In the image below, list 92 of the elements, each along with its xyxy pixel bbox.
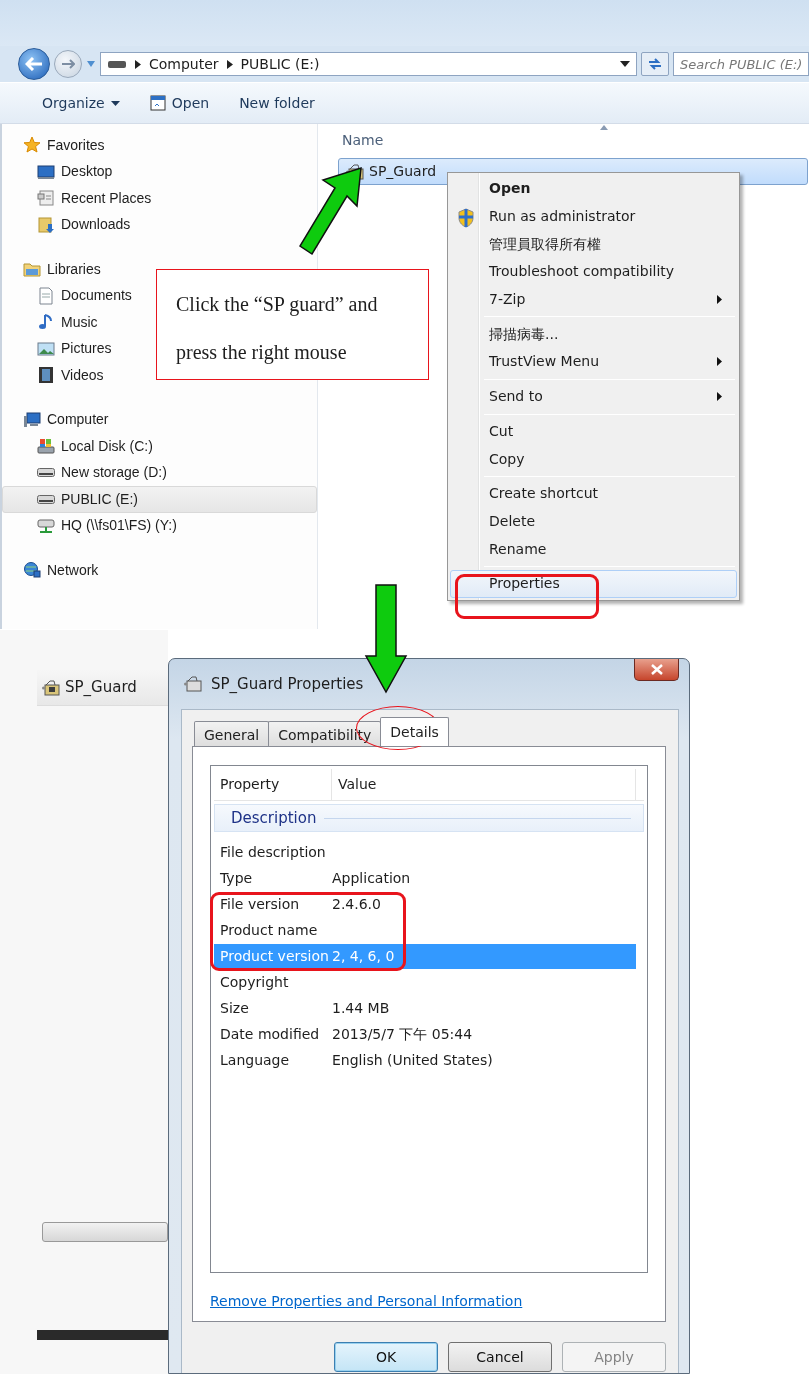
dropdown-arrow-icon: [620, 61, 630, 67]
sidebar-item[interactable]: Libraries: [2, 256, 106, 283]
library-folder-icon: [23, 260, 41, 279]
monitor-icon: [37, 162, 55, 181]
breadcrumb-arrow-icon: [226, 59, 233, 69]
toolbar-button[interactable]: Organize: [38, 90, 124, 116]
list-row[interactable]: File description: [214, 840, 636, 866]
sidebar-item[interactable]: Favorites: [2, 132, 110, 159]
submenu-arrow-icon: [717, 295, 722, 305]
caret-icon: [110, 100, 120, 106]
sort-arrow-icon: [600, 125, 608, 130]
submenu-arrow-icon: [717, 357, 722, 367]
list-row[interactable]: Date modified 2013/5/7 下午 05:44: [214, 1021, 636, 1048]
menu-item[interactable]: Run as administrator: [450, 202, 737, 231]
menu-item[interactable]: Delete: [450, 507, 737, 536]
list-row[interactable]: Language English (United States): [214, 1047, 636, 1073]
globe-network-icon: [23, 561, 41, 580]
sidebar-item[interactable]: HQ (\\fs01\FS) (Y:): [2, 512, 182, 539]
dropdown-arrow-icon: [86, 60, 96, 68]
tab[interactable]: Details: [380, 717, 449, 746]
network-drive-icon: [37, 516, 55, 535]
menu-item[interactable]: Copy: [450, 445, 737, 473]
menu-item[interactable]: Troubleshoot compatibility: [450, 258, 737, 286]
forward-arrow-icon: [61, 59, 75, 69]
drive-icon: [37, 494, 55, 504]
list-row[interactable]: Type Application: [214, 865, 636, 892]
folder-icon: [37, 215, 55, 234]
document-icon: [37, 286, 55, 305]
menu-item[interactable]: 7-Zip: [450, 285, 737, 314]
dialog-button[interactable]: Cancel: [448, 1342, 552, 1372]
dialog-button[interactable]: OK: [334, 1342, 438, 1372]
breadcrumb-segment[interactable]: PUBLIC (E:): [240, 53, 320, 75]
drive-icon: [107, 59, 127, 69]
film-strip-icon: [37, 366, 55, 385]
computer-icon: [23, 410, 41, 429]
sidebar-item[interactable]: Downloads: [2, 211, 136, 238]
sidebar-item[interactable]: Videos: [2, 362, 109, 389]
hard-disk-icon: [37, 437, 55, 456]
tab[interactable]: General: [194, 721, 270, 746]
menu-item[interactable]: Create shortcut: [450, 479, 737, 508]
menu-item[interactable]: Rename: [450, 535, 737, 563]
sidebar-item[interactable]: Documents: [2, 282, 137, 309]
list-row[interactable]: File version 2.4.6.0: [214, 891, 636, 918]
application-icon: [183, 675, 203, 693]
sidebar-item[interactable]: Music: [2, 309, 103, 336]
refresh-arrows-icon: [647, 57, 663, 71]
picture-icon: [37, 339, 55, 358]
menu-item[interactable]: Properties: [450, 569, 737, 598]
application-icon: [41, 678, 61, 697]
menu-item[interactable]: Send to: [450, 382, 737, 411]
column-header[interactable]: Name: [338, 124, 809, 158]
group-header: Description: [214, 804, 644, 832]
address-bar[interactable]: Computer PUBLIC (E:): [100, 52, 637, 76]
list-row[interactable]: Size 1.44 MB: [214, 995, 636, 1022]
callout-text: Click the “SP guard” and press the right mouse: [176, 292, 379, 366]
column-header[interactable]: Value: [332, 769, 636, 800]
breadcrumb-arrow-icon: [135, 59, 141, 69]
open-window-icon: [149, 95, 166, 111]
breadcrumb-segment[interactable]: Computer: [149, 53, 219, 75]
toolbar-button[interactable]: Open: [145, 90, 214, 116]
drive-icon: [37, 468, 55, 478]
back-arrow-icon: [25, 57, 43, 71]
forward-button[interactable]: [54, 50, 82, 78]
sidebar-item[interactable]: Local Disk (C:): [2, 433, 158, 460]
dialog-title: SP_Guard Properties: [211, 673, 364, 695]
sidebar-item[interactable]: Network: [2, 557, 104, 584]
recent-places-icon: [37, 189, 55, 208]
shield-icon: [457, 207, 475, 228]
sidebar-item[interactable]: Desktop: [2, 158, 118, 185]
remove-properties-link[interactable]: Remove Properties and Personal Information: [210, 1291, 523, 1312]
close-icon: [650, 664, 663, 675]
submenu-arrow-icon: [717, 392, 722, 402]
menu-item[interactable]: 掃描病毒...: [450, 320, 737, 349]
sidebar-item[interactable]: Recent Places: [2, 185, 157, 212]
list-row[interactable]: Product name: [214, 917, 636, 944]
sidebar-item[interactable]: Computer: [2, 406, 114, 433]
refresh-button[interactable]: [641, 52, 669, 76]
star-icon: [23, 136, 41, 155]
menu-item[interactable]: TrustView Menu: [450, 348, 737, 376]
back-button[interactable]: [18, 48, 50, 80]
column-header[interactable]: Property: [214, 769, 332, 800]
toolbar-button[interactable]: New folder: [235, 90, 319, 116]
sidebar-item[interactable]: PUBLIC (E:): [2, 486, 317, 513]
menu-item[interactable]: Cut: [450, 417, 737, 446]
sidebar-item[interactable]: Pictures: [2, 335, 117, 362]
menu-item[interactable]: 管理員取得所有權: [450, 230, 737, 259]
list-row[interactable]: Copyright: [214, 969, 636, 996]
music-note-icon: [37, 313, 55, 332]
sidebar-item[interactable]: New storage (D:): [2, 459, 172, 486]
scroll-bar[interactable]: [42, 1222, 168, 1242]
close-button[interactable]: [634, 659, 679, 681]
search-field[interactable]: Search PUBLIC (E:): [673, 52, 809, 76]
